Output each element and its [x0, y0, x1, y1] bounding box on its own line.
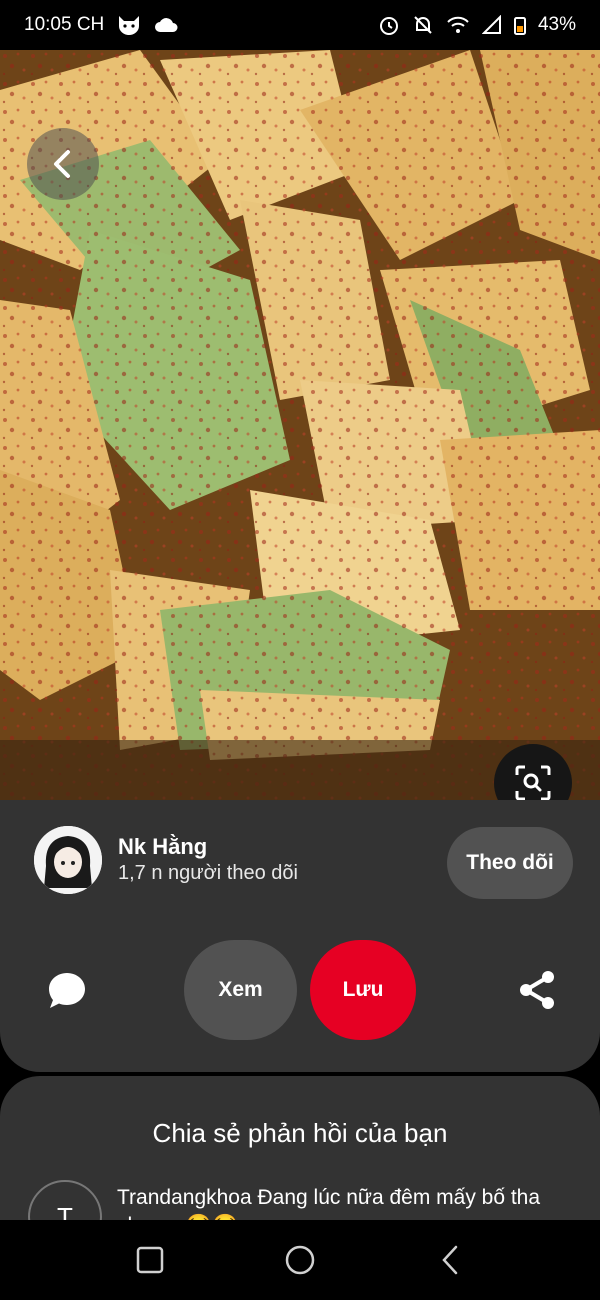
pin-image[interactable]: [0, 50, 600, 800]
signal-icon: [481, 15, 502, 35]
recent-apps-icon: [136, 1246, 164, 1274]
follow-button[interactable]: Theo dõi: [447, 827, 573, 899]
share-icon: [520, 971, 554, 1009]
share-button[interactable]: [515, 968, 559, 1012]
system-nav-bar: [0, 1220, 600, 1300]
notifications-off-icon: [412, 14, 434, 36]
clock: 10:05 CH: [24, 14, 105, 35]
author-avatar[interactable]: [34, 826, 102, 894]
wifi-icon: [446, 15, 470, 35]
chevron-left-icon: [54, 150, 70, 178]
cloud-icon: [154, 17, 178, 33]
back-arrow-icon: [442, 1245, 458, 1275]
home-button[interactable]: [270, 1220, 330, 1300]
back-button[interactable]: [27, 128, 99, 200]
follower-count: 1,7 n người theo dõi: [118, 862, 298, 884]
recent-apps-button[interactable]: [120, 1220, 180, 1300]
save-button[interactable]: Lưu: [310, 940, 416, 1040]
comments-section: Chia sẻ phản hồi của bạn T Trandangkhoa …: [0, 1076, 600, 1236]
alarm-icon: [378, 14, 400, 36]
author-name[interactable]: Nk Hằng: [118, 834, 207, 860]
comment-button[interactable]: [46, 970, 88, 1012]
lens-search-icon: [515, 765, 551, 800]
nav-back-button[interactable]: [420, 1220, 480, 1300]
battery-percent: 43%: [537, 14, 576, 35]
cat-face-icon: [116, 14, 142, 36]
home-icon: [285, 1245, 315, 1275]
status-bar: 10:05 CH 43%: [0, 0, 600, 50]
battery-icon: [513, 15, 526, 35]
speech-bubble-icon: [49, 973, 85, 1008]
avatar-image: [34, 826, 102, 894]
view-button[interactable]: Xem: [184, 940, 297, 1040]
comments-title: Chia sẻ phản hồi của bạn: [152, 1118, 448, 1148]
